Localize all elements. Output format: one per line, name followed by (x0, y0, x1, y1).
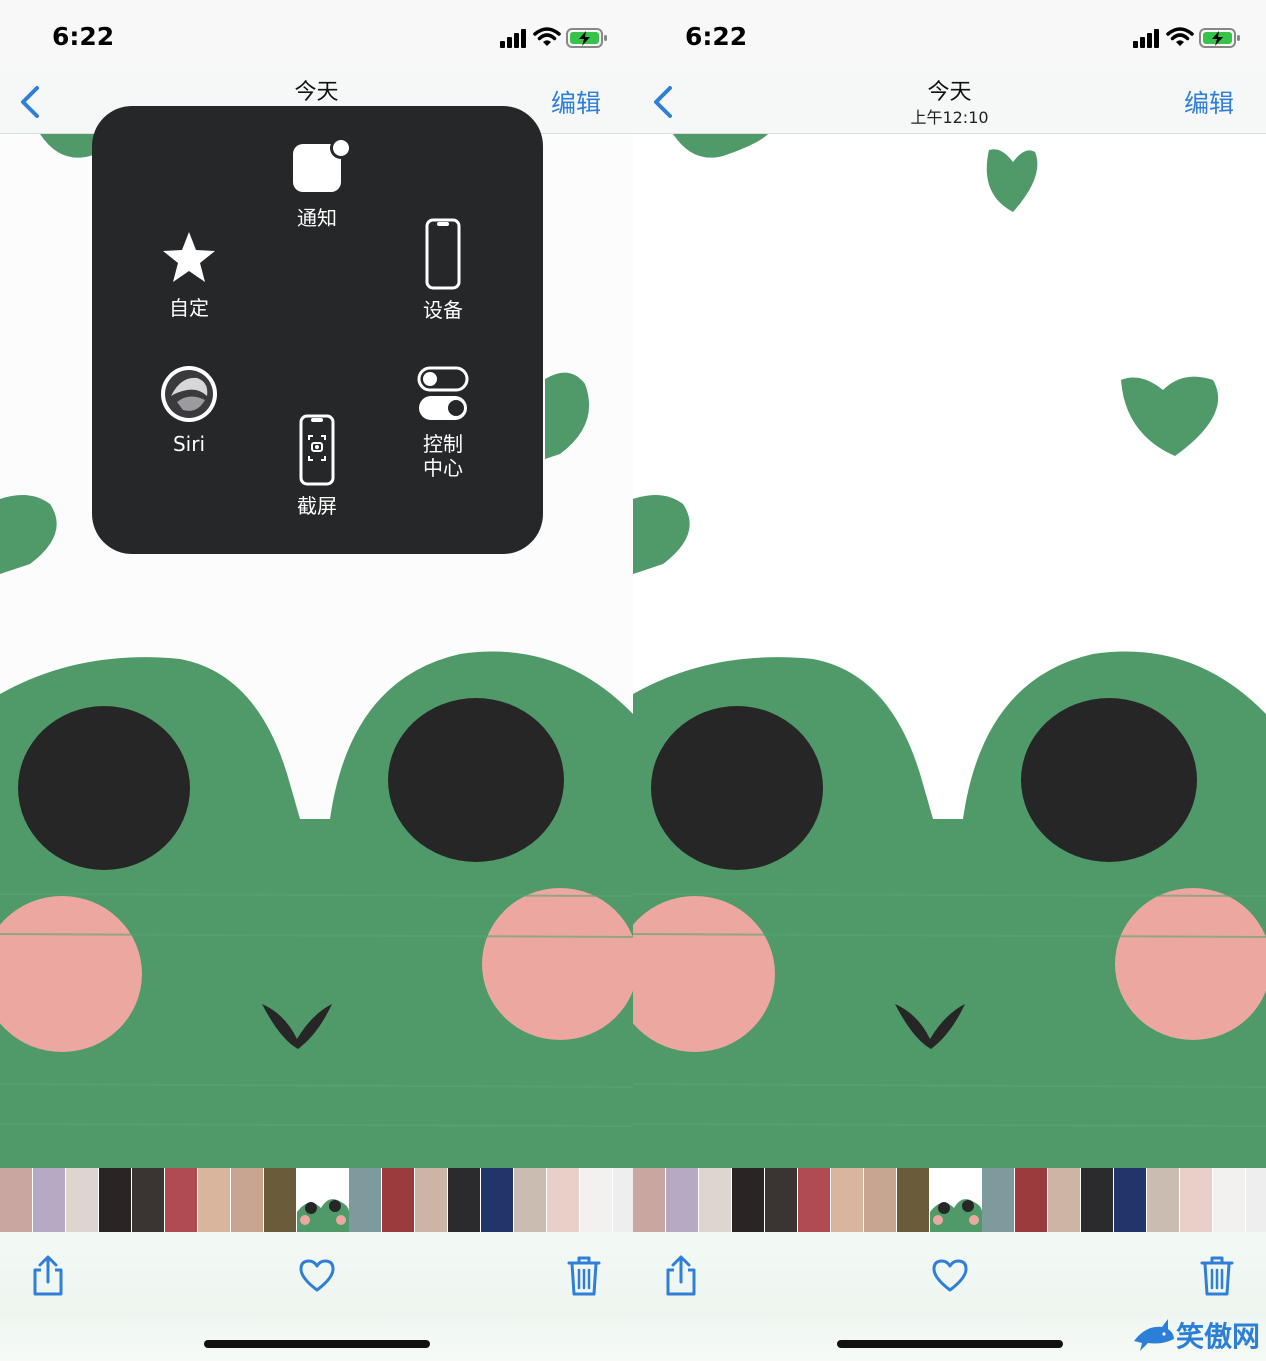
control-center-label-line2: 中心 (423, 456, 463, 480)
thumbnail[interactable] (982, 1168, 1015, 1232)
battery-charging-icon (1199, 28, 1240, 48)
thumbnail[interactable] (415, 1168, 448, 1232)
thumbnail[interactable] (580, 1168, 613, 1232)
thumbnail[interactable] (798, 1168, 831, 1232)
thumbnail[interactable] (514, 1168, 547, 1232)
custom-label: 自定 (169, 296, 209, 320)
thumbnail[interactable] (1213, 1168, 1246, 1232)
thumbnail[interactable] (481, 1168, 514, 1232)
thumbnail[interactable] (1015, 1168, 1048, 1232)
heart-icon[interactable] (930, 1254, 970, 1298)
thumbnail[interactable] (448, 1168, 481, 1232)
frog-thumbnail-icon (930, 1168, 982, 1232)
screenshot-label: 截屏 (297, 494, 337, 518)
thumbnail[interactable] (349, 1168, 382, 1232)
watermark: 笑傲网 (1132, 1315, 1260, 1355)
notification-label: 通知 (297, 206, 337, 230)
thumbnail[interactable] (1147, 1168, 1180, 1232)
thumbnail[interactable] (165, 1168, 198, 1232)
thumbnail[interactable] (132, 1168, 165, 1232)
status-time: 6:22 (52, 22, 115, 51)
bottom-toolbar (0, 1232, 633, 1361)
siri-label: Siri (172, 432, 206, 456)
wifi-icon (533, 27, 561, 46)
home-indicator (204, 1340, 430, 1348)
thumbnail[interactable] (198, 1168, 231, 1232)
screenshot-icon (299, 414, 335, 486)
thumbnail[interactable] (666, 1168, 699, 1232)
notification-icon (293, 137, 349, 192)
share-icon[interactable] (661, 1254, 701, 1298)
trash-icon[interactable] (564, 1254, 604, 1298)
cellular-signal-icon (500, 29, 526, 48)
thumbnail[interactable] (633, 1168, 666, 1232)
right-screen: 6:22 今天 上午12:10 编辑 笑傲网 (633, 0, 1266, 1361)
wifi-icon (1166, 27, 1194, 46)
screenshot-button[interactable]: 截屏 (262, 412, 372, 518)
battery-charging-icon (566, 28, 607, 48)
status-bar: 6:22 (633, 0, 1266, 72)
siri-icon (161, 366, 217, 422)
thumbnail[interactable] (732, 1168, 765, 1232)
frog-thumbnail-icon (297, 1168, 349, 1232)
page-subtitle: 上午12:10 (910, 108, 989, 127)
thumbnail[interactable] (831, 1168, 864, 1232)
status-bar: 6:22 (0, 0, 633, 72)
thumbnail[interactable] (231, 1168, 264, 1232)
share-icon[interactable] (28, 1254, 68, 1298)
page-title: 今天 (294, 80, 339, 105)
thumbnail[interactable] (1114, 1168, 1147, 1232)
device-phone-icon (425, 218, 461, 290)
thumbnail-selected[interactable] (930, 1168, 982, 1232)
thumbnail-strip[interactable] (633, 1168, 1266, 1232)
heart-icon[interactable] (297, 1254, 337, 1298)
thumbnail[interactable] (99, 1168, 132, 1232)
thumbnail[interactable] (33, 1168, 66, 1232)
thumbnail[interactable] (264, 1168, 297, 1232)
star-icon (163, 232, 215, 282)
home-indicator (837, 1340, 1063, 1348)
shark-logo-icon (1133, 1319, 1174, 1351)
thumbnail[interactable] (1180, 1168, 1213, 1232)
control-center-label-line1: 控制 (423, 432, 463, 456)
device-label: 设备 (423, 298, 463, 322)
thumbnail[interactable] (765, 1168, 798, 1232)
frog-wallpaper-image (633, 134, 1266, 1168)
page-title: 今天 (927, 80, 972, 105)
thumbnail[interactable] (0, 1168, 33, 1232)
left-screen: 6:22 今天 编辑 通知 自定 设备 Siri 截屏 控制 中心 (0, 0, 633, 1361)
thumbnail[interactable] (66, 1168, 99, 1232)
edit-button[interactable]: 编辑 (1184, 84, 1234, 120)
photo-viewer[interactable] (633, 134, 1266, 1168)
cellular-signal-icon (1133, 29, 1159, 48)
status-time: 6:22 (685, 22, 748, 51)
thumbnail-selected[interactable] (297, 1168, 349, 1232)
custom-button[interactable]: 自定 (134, 226, 244, 320)
toggle-switch-icon (417, 366, 469, 420)
siri-button[interactable]: Siri (134, 362, 244, 456)
trash-icon[interactable] (1197, 1254, 1237, 1298)
control-center-button[interactable]: 控制 中心 (388, 362, 498, 480)
watermark-text: 笑傲网 (1175, 1320, 1260, 1353)
thumbnail[interactable] (547, 1168, 580, 1232)
device-button[interactable]: 设备 (388, 216, 498, 322)
thumbnail[interactable] (382, 1168, 415, 1232)
thumbnail[interactable] (1081, 1168, 1114, 1232)
notification-button[interactable]: 通知 (262, 136, 372, 230)
edit-button[interactable]: 编辑 (551, 84, 601, 120)
thumbnail-strip[interactable] (0, 1168, 633, 1232)
thumbnail[interactable] (897, 1168, 930, 1232)
thumbnail[interactable] (1048, 1168, 1081, 1232)
assistive-touch-menu: 通知 自定 设备 Siri 截屏 控制 中心 (92, 106, 543, 554)
thumbnail[interactable] (864, 1168, 897, 1232)
nav-bar: 今天 上午12:10 编辑 (633, 72, 1266, 134)
thumbnail[interactable] (699, 1168, 732, 1232)
